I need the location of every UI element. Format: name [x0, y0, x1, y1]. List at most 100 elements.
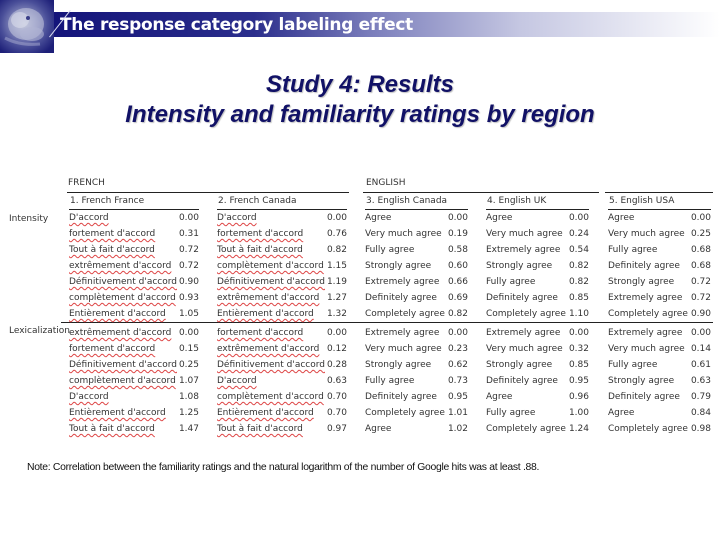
table-row: Strongly agree 0.63 — [608, 373, 711, 389]
group-rule-french — [67, 192, 349, 193]
response-label: Extremely agree — [608, 293, 683, 303]
rating-value: 0.72 — [178, 245, 199, 255]
table-row: Définitivement d'accord 1.19 — [217, 274, 347, 290]
table-row: Strongly agree 0.82 — [486, 258, 589, 274]
table-row: Strongly agree 0.60 — [365, 258, 468, 274]
column-header: 1. French France — [69, 194, 199, 210]
response-label: Fully agree — [365, 376, 415, 386]
table-row: Tout à fait d'accord 0.72 — [69, 242, 199, 258]
rating-value: 1.25 — [178, 408, 199, 418]
response-label: Very much agree — [486, 344, 563, 354]
table-row: extrêmement d'accord 0.12 — [217, 341, 347, 357]
table-row: Agree 0.96 — [486, 389, 589, 405]
rating-value: 0.15 — [178, 344, 199, 354]
rating-value: 0.82 — [447, 309, 468, 319]
response-label: Agree — [486, 213, 513, 223]
table-row: Agree 0.00 — [365, 210, 468, 226]
table-row: fortement d'accord 0.15 — [69, 341, 199, 357]
table-row: Tout à fait d'accord 0.82 — [217, 242, 347, 258]
rating-value: 0.63 — [690, 376, 711, 386]
table-row: Completely agree 1.24 — [486, 421, 589, 437]
rating-value: 1.05 — [178, 309, 199, 319]
rating-value: 1.00 — [568, 408, 589, 418]
rating-value: 0.14 — [690, 344, 711, 354]
response-label: Extremely agree — [486, 245, 561, 255]
group-label-french: FRENCH — [68, 178, 105, 188]
response-label: complètement d'accord — [217, 261, 324, 271]
table-row: Definitely agree 0.69 — [365, 290, 468, 306]
response-label: Tout à fait d'accord — [69, 424, 155, 434]
table-column: 3. English Canada Agree 0.00 Very much agre… — [365, 194, 468, 437]
table-row: Fully agree 0.73 — [365, 373, 468, 389]
response-label: extrêmement d'accord — [217, 293, 320, 303]
table-row: Very much agree 0.25 — [608, 226, 711, 242]
table-column: 2. French Canada D'accord 0.00 fortement d'… — [217, 194, 347, 437]
rating-value: 0.68 — [690, 261, 711, 271]
table-row: Entièrement d'accord 1.32 — [217, 306, 347, 322]
table-row: extrêmement d'accord 0.00 — [69, 325, 199, 341]
column-header: 5. English USA — [608, 194, 711, 210]
table-row: Definitely agree 0.68 — [608, 258, 711, 274]
table-row: complètement d'accord 1.15 — [217, 258, 347, 274]
response-label: D'accord — [217, 376, 257, 386]
rating-value: 0.54 — [568, 245, 589, 255]
response-label: Entièrement d'accord — [69, 309, 166, 319]
table-row: Agree 0.84 — [608, 405, 711, 421]
table-row: Tout à fait d'accord 1.47 — [69, 421, 199, 437]
section-label-intensity: Intensity — [9, 214, 49, 224]
response-label: Tout à fait d'accord — [69, 245, 155, 255]
response-label: extrêmement d'accord — [69, 261, 172, 271]
section-label-lexicalization: Lexicalization — [9, 326, 71, 336]
response-label: Completely agree — [365, 309, 445, 319]
response-label: Very much agree — [608, 344, 685, 354]
rating-value: 0.00 — [568, 328, 589, 338]
response-label: Completely agree — [365, 408, 445, 418]
response-label: Completely agree — [608, 309, 688, 319]
rating-value: 0.76 — [326, 229, 347, 239]
rating-value: 0.85 — [568, 293, 589, 303]
rating-value: 1.27 — [326, 293, 347, 303]
response-label: Completely agree — [486, 309, 566, 319]
response-label: Very much agree — [365, 229, 442, 239]
table-row: Fully agree 0.58 — [365, 242, 468, 258]
rating-value: 1.19 — [326, 277, 347, 287]
table-row: Completely agree 0.82 — [365, 306, 468, 322]
response-label: Strongly agree — [365, 360, 432, 370]
response-label: Strongly agree — [486, 360, 553, 370]
response-label: Agree — [608, 213, 635, 223]
header-bar: The response category labeling effect — [54, 12, 720, 37]
response-label: Définitivement d'accord — [69, 360, 177, 370]
rating-value: 1.08 — [178, 392, 199, 402]
table-row: Extremely agree 0.00 — [608, 325, 711, 341]
table-row: Extremely agree 0.00 — [365, 325, 468, 341]
slide-title: Study 4: Results Intensity and familiari… — [0, 70, 720, 130]
response-label: Tout à fait d'accord — [217, 424, 303, 434]
table-row: Tout à fait d'accord 0.97 — [217, 421, 347, 437]
table-row: Définitivement d'accord 0.90 — [69, 274, 199, 290]
table-row: Agree 0.00 — [608, 210, 711, 226]
table-row: Strongly agree 0.85 — [486, 357, 589, 373]
response-label: Agree — [365, 424, 392, 434]
response-label: Strongly agree — [486, 261, 553, 271]
response-label: Définitivement d'accord — [217, 360, 325, 370]
rating-value: 0.00 — [326, 213, 347, 223]
response-label: Définitivement d'accord — [217, 277, 325, 287]
table-row: Very much agree 0.23 — [365, 341, 468, 357]
rating-value: 0.82 — [326, 245, 347, 255]
response-label: Definitely agree — [486, 376, 558, 386]
table-row: Fully agree 0.61 — [608, 357, 711, 373]
rating-value: 0.96 — [568, 392, 589, 402]
response-label: D'accord — [69, 392, 109, 402]
rating-value: 1.07 — [178, 376, 199, 386]
slide-title-line1: Study 4: Results — [265, 71, 455, 98]
table-row: Fully agree 0.82 — [486, 274, 589, 290]
rating-value: 0.68 — [690, 245, 711, 255]
table-row: Agree 0.00 — [486, 210, 589, 226]
table-row: Completely agree 1.10 — [486, 306, 589, 322]
rating-value: 0.28 — [326, 360, 347, 370]
table-row: Definitely agree 0.95 — [365, 389, 468, 405]
table-row: fortement d'accord 0.31 — [69, 226, 199, 242]
table-row: Strongly agree 0.62 — [365, 357, 468, 373]
table-row: fortement d'accord 0.00 — [217, 325, 347, 341]
rating-value: 0.72 — [690, 293, 711, 303]
